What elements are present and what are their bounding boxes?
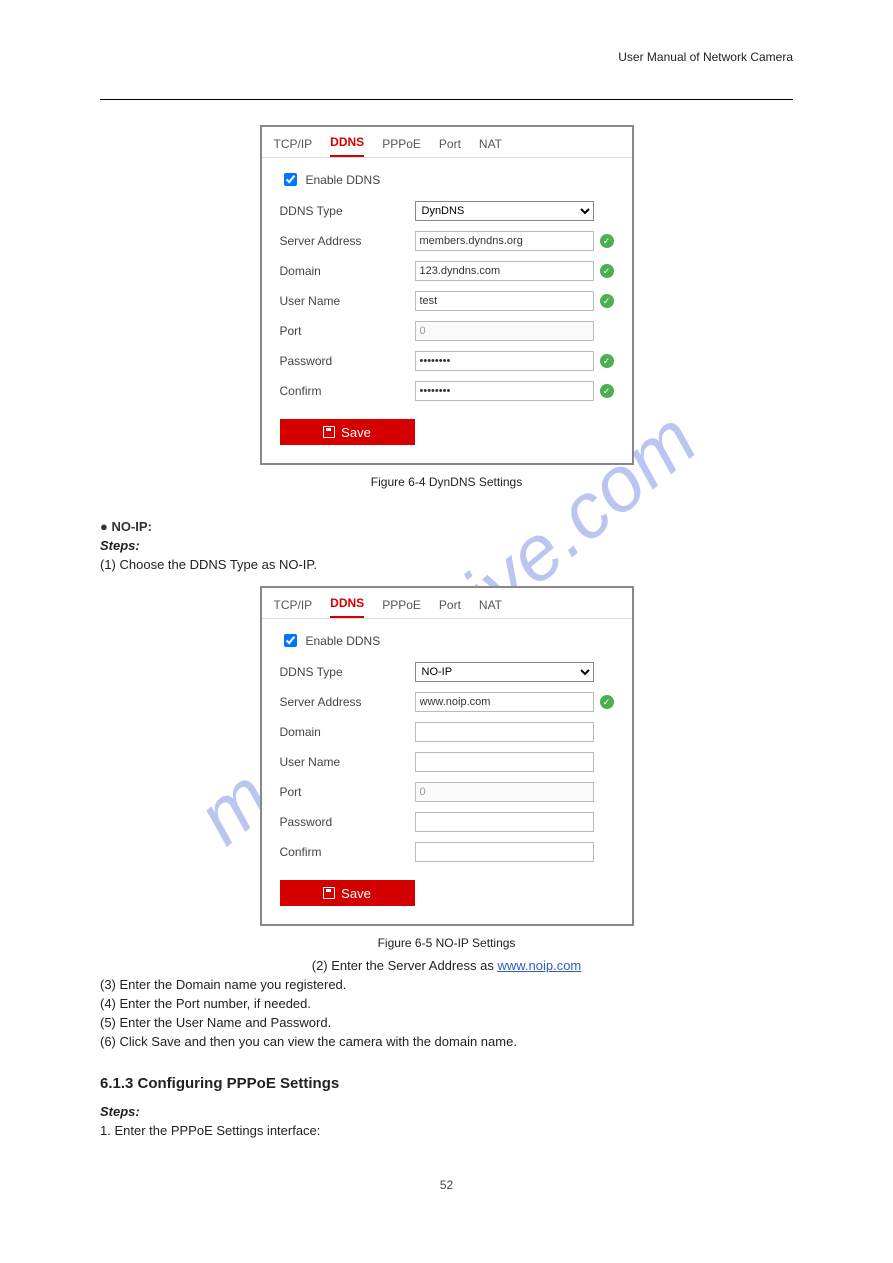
header-title: User Manual of Network Camera [100,50,793,64]
input-server-address[interactable] [415,231,594,251]
form-area: Enable DDNS DDNS Type NO-IP Server Addre… [262,619,632,924]
label-server-address: Server Address [280,234,415,248]
steps-label: Steps: [100,538,793,553]
valid-icon: ✓ [600,384,614,398]
ddns-panel-2: TCP/IP DDNS PPPoE Port NAT Enable DDNS D… [260,586,634,926]
label-domain: Domain [280,264,415,278]
input-port[interactable] [415,782,594,802]
save-icon [323,887,335,899]
enable-ddns-label: Enable DDNS [306,634,381,648]
input-password[interactable] [415,812,594,832]
save-button[interactable]: Save [280,419,415,445]
label-confirm: Confirm [280,384,415,398]
step4-text: (4) Enter the Port number, if needed. [100,996,793,1011]
page-number: 52 [100,1178,793,1192]
valid-icon: ✓ [600,264,614,278]
header-divider [100,99,793,100]
tab-ddns[interactable]: DDNS [330,135,364,157]
valid-icon: ✓ [600,294,614,308]
valid-icon: ✓ [600,695,614,709]
label-confirm: Confirm [280,845,415,859]
save-label: Save [341,425,371,440]
tab-tcpip[interactable]: TCP/IP [274,137,313,157]
label-server-address: Server Address [280,695,415,709]
valid-icon: ✓ [600,354,614,368]
enable-ddns-label: Enable DDNS [306,173,381,187]
tab-port[interactable]: Port [439,137,461,157]
enable-ddns-checkbox[interactable] [284,173,297,186]
input-confirm[interactable] [415,842,594,862]
save-button[interactable]: Save [280,880,415,906]
save-icon [323,426,335,438]
form-area: Enable DDNS DDNS Type DynDNS Server Addr… [262,158,632,463]
section-sub: Steps: [100,1104,793,1119]
input-domain[interactable] [415,722,594,742]
label-port: Port [280,324,415,338]
label-password: Password [280,815,415,829]
save-label: Save [341,886,371,901]
ddns-panel-1: TCP/IP DDNS PPPoE Port NAT Enable DDNS D… [260,125,634,465]
tabs-row: TCP/IP DDNS PPPoE Port NAT [262,127,632,158]
figure-caption-1: Figure 6-4 DynDNS Settings [100,475,793,489]
label-domain: Domain [280,725,415,739]
label-port: Port [280,785,415,799]
tab-pppoe[interactable]: PPPoE [382,598,421,618]
input-confirm[interactable] [415,381,594,401]
tab-pppoe[interactable]: PPPoE [382,137,421,157]
select-ddns-type[interactable]: DynDNS [415,201,594,221]
tab-nat[interactable]: NAT [479,598,502,618]
input-port[interactable] [415,321,594,341]
label-user-name: User Name [280,755,415,769]
input-password[interactable] [415,351,594,371]
select-ddns-type[interactable]: NO-IP [415,662,594,682]
label-ddns-type: DDNS Type [280,665,415,679]
enable-ddns-checkbox[interactable] [284,634,297,647]
label-ddns-type: DDNS Type [280,204,415,218]
tab-port[interactable]: Port [439,598,461,618]
step3-text: (3) Enter the Domain name you registered… [100,977,793,992]
section-heading: 6.1.3 Configuring PPPoE Settings [100,1075,793,1092]
step6-text: (6) Click Save and then you can view the… [100,1034,793,1049]
input-user-name[interactable] [415,291,594,311]
input-server-address[interactable] [415,692,594,712]
tab-nat[interactable]: NAT [479,137,502,157]
tab-ddns[interactable]: DDNS [330,596,364,618]
figure-caption-2: Figure 6-5 NO-IP Settings [100,936,793,950]
input-domain[interactable] [415,261,594,281]
valid-icon: ✓ [600,234,614,248]
noip-link[interactable]: www.noip.com [497,958,581,973]
label-user-name: User Name [280,294,415,308]
noip-bullet: ● NO-IP: [100,519,793,534]
step5-text: (5) Enter the User Name and Password. [100,1015,793,1030]
tabs-row: TCP/IP DDNS PPPoE Port NAT [262,588,632,619]
section-line: 1. Enter the PPPoE Settings interface: [100,1123,793,1138]
step1-text: (1) Choose the DDNS Type as NO-IP. [100,557,793,572]
step2-text: (2) Enter the Server Address as www.noip… [100,958,793,973]
tab-tcpip[interactable]: TCP/IP [274,598,313,618]
input-user-name[interactable] [415,752,594,772]
label-password: Password [280,354,415,368]
